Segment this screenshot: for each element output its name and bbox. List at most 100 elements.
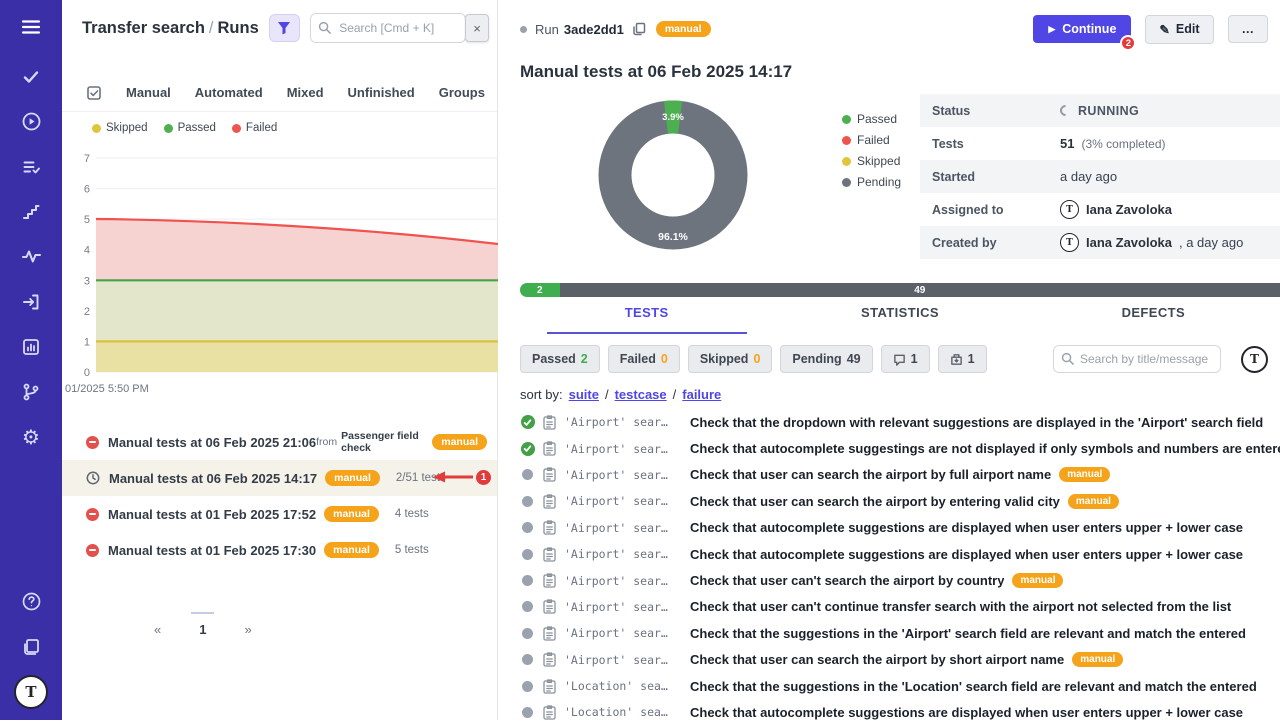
test-title: Check that user can't search the airport… (690, 573, 1004, 588)
test-row[interactable]: 'Airport' sear… Check that user can't se… (520, 567, 1280, 593)
tab-manual[interactable]: Manual (126, 85, 171, 100)
help-icon[interactable] (0, 579, 62, 624)
sort-by-testcase-link[interactable]: testcase (615, 387, 667, 402)
documentation-icon[interactable] (0, 624, 62, 669)
edit-button[interactable]: ✎ Edit (1145, 15, 1213, 44)
test-row[interactable]: 'Airport' sear… Check that autocomplete … (520, 515, 1280, 541)
continue-button[interactable]: ▶ Continue 2 (1033, 15, 1131, 43)
testcase-icon (543, 705, 556, 720)
more-button[interactable]: … (1228, 15, 1269, 43)
reports-icon[interactable] (0, 324, 62, 369)
pending-dot-icon (522, 628, 533, 639)
continue-notification-badge: 2 (1120, 35, 1136, 51)
donut-legend-pending: Pending (842, 175, 901, 189)
pagination-prev[interactable]: « (146, 612, 169, 637)
filter-button[interactable] (269, 14, 300, 42)
tab-defects[interactable]: DEFECTS (1027, 305, 1280, 339)
test-row[interactable]: 'Airport' sear… Check that autocomplete … (520, 435, 1280, 461)
passed-dot-icon (164, 124, 173, 133)
test-title: Check that the suggestions in the 'Locat… (690, 679, 1257, 694)
tab-tests[interactable]: TESTS (520, 305, 773, 339)
test-row[interactable]: 'Airport' sear… Check that the suggestio… (520, 620, 1280, 646)
test-title: Check that autocomplete suggestions are … (690, 520, 1243, 535)
tab-mixed[interactable]: Mixed (287, 85, 324, 100)
manual-badge: manual (656, 21, 711, 37)
filter-artifacts-button[interactable]: 1 (938, 345, 987, 373)
test-row[interactable]: 'Airport' sear… Check that autocomplete … (520, 541, 1280, 567)
manual-badge: manual (324, 542, 379, 558)
passed-check-icon (521, 415, 535, 429)
filter-skipped-button[interactable]: Skipped0 (688, 345, 773, 373)
skipped-dot-icon (842, 157, 851, 166)
run-title: Manual tests at 06 Feb 2025 21:06 (108, 435, 316, 450)
test-row[interactable]: 'Airport' sear… Check that the dropdown … (520, 409, 1280, 435)
svg-text:5: 5 (84, 214, 90, 226)
tab-unfinished[interactable]: Unfinished (348, 85, 415, 100)
pending-dot-icon (522, 681, 533, 692)
app-logo[interactable]: T (0, 669, 62, 714)
tab-groups[interactable]: Groups (439, 85, 485, 100)
breadcrumb: Transfer search/Runs (82, 19, 259, 38)
run-list-item-selected[interactable]: Manual tests at 06 Feb 2025 14:17 manual… (62, 460, 497, 496)
test-suite: 'Airport' sear… (564, 494, 682, 508)
tests-search-input[interactable] (1053, 345, 1221, 373)
filter-failed-button[interactable]: Failed0 (608, 345, 680, 373)
tab-automated[interactable]: Automated (195, 85, 263, 100)
run-list-item[interactable]: Manual tests at 01 Feb 2025 17:52 manual… (62, 496, 497, 532)
legend-failed: Failed (232, 122, 277, 134)
test-row[interactable]: 'Location' sea… Check that autocomplete … (520, 699, 1280, 725)
run-list-item[interactable]: Manual tests at 06 Feb 2025 21:06 from P… (62, 424, 497, 460)
pagination-page-1[interactable]: 1 (191, 612, 214, 637)
test-row[interactable]: 'Location' sea… Check that the suggestio… (520, 673, 1280, 699)
runs-search-input[interactable] (310, 13, 466, 43)
running-spinner-icon (1058, 103, 1074, 119)
test-row[interactable]: 'Airport' sear… Check that user can't co… (520, 594, 1280, 620)
donut-legend: Passed Failed Skipped Pending (842, 94, 901, 274)
checks-icon[interactable] (0, 54, 62, 99)
run-progress-bar: 2 49 (520, 283, 1280, 297)
sort-by-failure-link[interactable]: failure (682, 387, 721, 402)
search-clear-button[interactable]: × (465, 14, 489, 42)
run-overview: 3.9% 96.1% Passed Failed Skipped Pending… (520, 94, 1280, 274)
sign-in-icon[interactable] (0, 279, 62, 324)
chart-x-axis-label: 01/2025 5:50 PM (65, 383, 149, 395)
filter-comments-button[interactable]: 1 (881, 345, 930, 373)
pagination-next[interactable]: » (236, 612, 259, 637)
search-icon (318, 21, 331, 39)
runs-icon[interactable] (0, 99, 62, 144)
settings-gear-icon[interactable]: ⚙ (0, 414, 62, 459)
filter-pending-button[interactable]: Pending49 (780, 345, 872, 373)
red-arrow-icon (431, 469, 475, 485)
test-row[interactable]: 'Airport' sear… Check that user can sear… (520, 647, 1280, 673)
manual-badge: manual (324, 506, 379, 522)
progress-passed-segment: 2 (520, 283, 560, 297)
tab-statistics[interactable]: STATISTICS (773, 305, 1026, 339)
filter-passed-button[interactable]: Passed2 (520, 345, 600, 373)
pending-dot-icon (522, 496, 533, 507)
run-id: 3ade2dd1 (564, 22, 624, 37)
run-detail-header: Run 3ade2dd1 manual ▶ Continue 2 ✎ Edit … (520, 13, 1268, 45)
test-row[interactable]: 'Airport' sear… Check that user can sear… (520, 462, 1280, 488)
pulse-icon[interactable] (0, 234, 62, 279)
copy-icon[interactable] (632, 22, 646, 36)
manual-badge: manual (1072, 652, 1123, 667)
test-row[interactable]: 'Airport' sear… Check that user can sear… (520, 488, 1280, 514)
select-all-icon[interactable] (86, 85, 102, 101)
run-from-label: from (316, 436, 337, 448)
sort-by-suite-link[interactable]: suite (569, 387, 599, 402)
test-suite: 'Airport' sear… (564, 415, 682, 429)
breadcrumb-project[interactable]: Transfer search (82, 19, 205, 37)
branches-icon[interactable] (0, 369, 62, 414)
svg-text:3.9%: 3.9% (662, 112, 684, 123)
run-info-table: Status RUNNING Tests 51(3% completed) St… (920, 94, 1280, 274)
user-avatar[interactable]: T (1241, 346, 1268, 373)
test-plans-icon[interactable] (0, 144, 62, 189)
run-status-dot-icon (520, 26, 527, 33)
testcase-icon (543, 573, 556, 588)
run-list-item[interactable]: Manual tests at 01 Feb 2025 17:30 manual… (62, 532, 497, 568)
pending-dot-icon (522, 707, 533, 718)
menu-icon[interactable] (0, 0, 62, 54)
run-detail-tabs: TESTS STATISTICS DEFECTS (520, 305, 1280, 339)
steps-icon[interactable] (0, 189, 62, 234)
svg-text:1: 1 (84, 336, 90, 348)
